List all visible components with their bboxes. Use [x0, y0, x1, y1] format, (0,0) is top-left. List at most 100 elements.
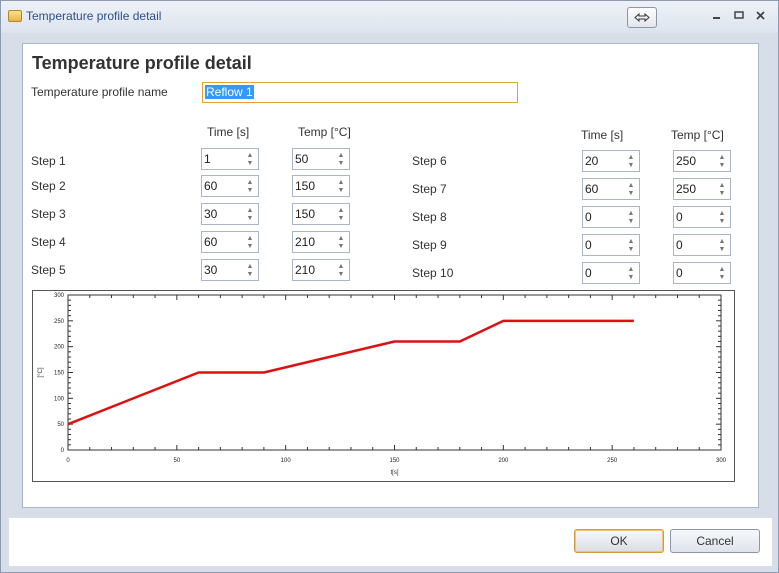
close-icon — [756, 11, 765, 20]
step-3-time-stepper[interactable]: 30 ▲ ▼ — [201, 203, 259, 225]
step-1-time-stepper[interactable]: 1 ▲ ▼ — [201, 148, 259, 170]
spin-down-icon[interactable]: ▼ — [717, 217, 727, 226]
step-label: Step 8 — [412, 210, 447, 224]
step-label: Step 5 — [31, 263, 66, 277]
spin-down-icon[interactable]: ▼ — [245, 270, 255, 279]
dialog-window: Temperature profile detail Temperature p… — [0, 0, 779, 573]
step-8-temp-stepper[interactable]: 0 ▲ ▼ — [673, 206, 731, 228]
step-9-time-stepper[interactable]: 0 ▲ ▼ — [582, 234, 640, 256]
spin-down-icon[interactable]: ▼ — [717, 161, 727, 170]
profile-panel: Temperature profile detail Temperature p… — [22, 43, 759, 508]
step-10-temp-stepper[interactable]: 0 ▲ ▼ — [673, 262, 731, 284]
step-8-time-stepper[interactable]: 0 ▲ ▼ — [582, 206, 640, 228]
stepper-value: 30 — [204, 207, 218, 221]
step-6-time-stepper[interactable]: 20 ▲ ▼ — [582, 150, 640, 172]
time-column-header: Time [s] — [207, 125, 250, 139]
x-tick-label: 300 — [716, 458, 727, 464]
resize-toggle-button[interactable] — [627, 7, 657, 28]
temp-column-header: Temp [°C] — [298, 125, 351, 139]
x-tick-label: 100 — [281, 458, 292, 464]
stepper-value: 210 — [295, 235, 316, 249]
stepper-value: 150 — [295, 207, 316, 221]
x-tick-label: 0 — [66, 458, 70, 464]
maximize-button[interactable] — [730, 7, 748, 25]
spin-down-icon[interactable]: ▼ — [245, 242, 255, 251]
spin-down-icon[interactable]: ▼ — [245, 214, 255, 223]
step-4-temp-stepper[interactable]: 210 ▲ ▼ — [292, 231, 350, 253]
spin-down-icon[interactable]: ▼ — [336, 270, 346, 279]
stepper-value: 30 — [204, 263, 218, 277]
title-bar[interactable]: Temperature profile detail — [1, 1, 778, 33]
x-tick-label: 150 — [389, 458, 400, 464]
stepper-value: 250 — [676, 154, 697, 168]
page-title: Temperature profile detail — [32, 53, 252, 73]
stepper-value: 20 — [585, 154, 599, 168]
step-3-temp-stepper[interactable]: 150 ▲ ▼ — [292, 203, 350, 225]
y-axis-label: [°C] — [38, 367, 44, 377]
spin-down-icon[interactable]: ▼ — [336, 159, 346, 168]
maximize-icon — [734, 11, 744, 19]
y-tick-label: 200 — [54, 345, 65, 351]
temperature-chart-svg: 0 50 100 150 200 250 300 0 50 100 150 200 250 300 t[s]… — [38, 293, 727, 476]
step-2-temp-stepper[interactable]: 150 ▲ ▼ — [292, 175, 350, 197]
profile-name-label: Temperature profile name — [31, 85, 168, 99]
step-label: Step 1 — [31, 154, 66, 168]
spin-down-icon[interactable]: ▼ — [717, 189, 727, 198]
spin-down-icon[interactable]: ▼ — [717, 245, 727, 254]
step-label: Step 6 — [412, 154, 447, 168]
stepper-value: 60 — [204, 179, 218, 193]
step-label: Step 7 — [412, 182, 447, 196]
stepper-value: 250 — [676, 182, 697, 196]
time-column-header: Time [s] — [581, 128, 624, 142]
stepper-value: 210 — [295, 263, 316, 277]
spin-down-icon[interactable]: ▼ — [626, 161, 636, 170]
stepper-value: 0 — [676, 238, 683, 252]
window-title: Temperature profile detail — [26, 9, 162, 23]
step-9-temp-stepper[interactable]: 0 ▲ ▼ — [673, 234, 731, 256]
y-tick-label: 0 — [61, 448, 65, 454]
spin-down-icon[interactable]: ▼ — [336, 186, 346, 195]
step-2-time-stepper[interactable]: 60 ▲ ▼ — [201, 175, 259, 197]
spin-down-icon[interactable]: ▼ — [245, 186, 255, 195]
step-label: Step 3 — [31, 207, 66, 221]
stepper-value: 1 — [204, 152, 211, 166]
step-10-time-stepper[interactable]: 0 ▲ ▼ — [582, 262, 640, 284]
stepper-value: 50 — [295, 152, 309, 166]
step-label: Step 2 — [31, 179, 66, 193]
spin-down-icon[interactable]: ▼ — [626, 273, 636, 282]
cancel-button[interactable]: Cancel — [670, 529, 760, 553]
step-label: Step 10 — [412, 266, 454, 280]
spin-down-icon[interactable]: ▼ — [626, 217, 636, 226]
profile-name-input[interactable]: Reflow 1 — [202, 82, 518, 103]
folder-icon — [8, 10, 22, 22]
spin-down-icon[interactable]: ▼ — [717, 273, 727, 282]
spin-down-icon[interactable]: ▼ — [336, 214, 346, 223]
step-label: Step 4 — [31, 235, 66, 249]
close-button[interactable] — [752, 7, 770, 25]
spin-down-icon[interactable]: ▼ — [245, 159, 255, 168]
spin-down-icon[interactable]: ▼ — [626, 245, 636, 254]
step-5-temp-stepper[interactable]: 210 ▲ ▼ — [292, 259, 350, 281]
y-tick-label: 100 — [54, 396, 65, 402]
step-4-time-stepper[interactable]: 60 ▲ ▼ — [201, 231, 259, 253]
step-label: Step 9 — [412, 238, 447, 252]
minimize-button[interactable] — [708, 7, 726, 25]
step-7-time-stepper[interactable]: 60 ▲ ▼ — [582, 178, 640, 200]
step-6-temp-stepper[interactable]: 250 ▲ ▼ — [673, 150, 731, 172]
x-tick-label: 50 — [173, 458, 180, 464]
y-tick-label: 50 — [57, 422, 64, 428]
spin-down-icon[interactable]: ▼ — [336, 242, 346, 251]
y-tick-label: 300 — [54, 293, 65, 299]
step-7-temp-stepper[interactable]: 250 ▲ ▼ — [673, 178, 731, 200]
temperature-chart: 0 50 100 150 200 250 300 0 50 100 150 200 250 300 t[s]… — [32, 290, 735, 482]
dialog-footer: OK Cancel — [9, 518, 772, 566]
resize-arrows-icon — [634, 12, 650, 23]
temp-column-header: Temp [°C] — [671, 128, 724, 142]
step-1-temp-stepper[interactable]: 50 ▲ ▼ — [292, 148, 350, 170]
x-tick-label: 200 — [498, 458, 509, 464]
step-5-time-stepper[interactable]: 30 ▲ ▼ — [201, 259, 259, 281]
ok-button[interactable]: OK — [574, 529, 664, 553]
y-tick-label: 150 — [54, 371, 65, 377]
x-tick-label: 250 — [607, 458, 618, 464]
spin-down-icon[interactable]: ▼ — [626, 189, 636, 198]
